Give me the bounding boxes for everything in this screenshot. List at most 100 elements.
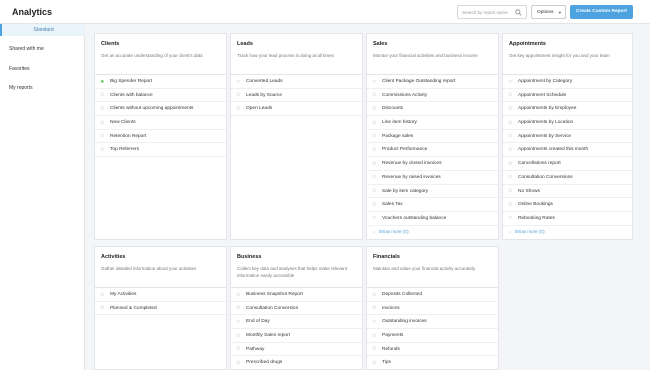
create-custom-report-button[interactable]: Create Custom Report (570, 5, 633, 19)
star-outline-icon[interactable]: ☆ (372, 360, 376, 366)
report-item-retention-report[interactable]: ☆ Retention Report (95, 130, 226, 144)
star-outline-icon[interactable]: ☆ (100, 120, 104, 126)
star-outline-icon[interactable]: ☆ (236, 305, 240, 311)
star-outline-icon[interactable]: ☆ (100, 133, 104, 139)
report-item-clients-without-upcoming-appointments[interactable]: ☆ Clients without upcoming appointments (95, 102, 226, 117)
star-filled-icon[interactable]: ★ (100, 79, 104, 85)
report-item-refunds[interactable]: ☆ Refunds (367, 343, 498, 357)
report-item-sale-by-item-category[interactable]: ☆ Sale by item category (367, 185, 498, 199)
report-item-payments[interactable]: ☆ Payments (367, 329, 498, 343)
star-outline-icon[interactable]: ☆ (372, 202, 376, 208)
report-item-appointments-by-location[interactable]: ☆ Appointments by Location (503, 116, 632, 130)
star-outline-icon[interactable]: ☆ (508, 174, 512, 180)
star-outline-icon[interactable]: ☆ (508, 202, 512, 208)
report-item-clients-with-balance[interactable]: ☆ Clients with balance (95, 89, 226, 103)
report-item-outstanding-invoices[interactable]: ☆ Outstanding invoices (367, 315, 498, 330)
report-item-leads-by-source[interactable]: ☆ Leads by Source (231, 89, 362, 103)
star-outline-icon[interactable]: ☆ (236, 106, 240, 112)
star-outline-icon[interactable]: ☆ (508, 120, 512, 126)
star-outline-icon[interactable]: ☆ (508, 161, 512, 167)
report-item-my-activities[interactable]: ☆ My Activities (95, 288, 226, 302)
report-item-appointment-by-category[interactable]: ☆ Appointment by Category (503, 75, 632, 89)
sidebar-item-shared-with-me[interactable]: Shared with me (0, 43, 85, 55)
star-outline-icon[interactable]: ☆ (236, 360, 240, 366)
report-item-appointments-by-employee[interactable]: ☆ Appointments by Employee (503, 102, 632, 117)
star-outline-icon[interactable]: ☆ (508, 133, 512, 139)
star-outline-icon[interactable]: ☆ (236, 333, 240, 339)
report-item-top-referrers[interactable]: ☆ Top Referrers (95, 143, 226, 158)
report-item-no-shows[interactable]: ☆ No Shows (503, 185, 632, 199)
star-outline-icon[interactable]: ☆ (372, 333, 376, 339)
report-item-label: Leads by Source (246, 92, 283, 98)
star-outline-icon[interactable]: ☆ (236, 79, 240, 85)
report-item-pathway[interactable]: ☆ Pathway (231, 343, 362, 357)
search-input[interactable]: Search by report name (457, 5, 527, 19)
star-outline-icon[interactable]: ☆ (100, 147, 104, 153)
star-outline-icon[interactable]: ☆ (372, 106, 376, 112)
show-more-link[interactable]: ⌵ Show more (0) (508, 229, 545, 234)
sidebar-item-my-reports[interactable]: My reports (0, 82, 85, 94)
star-outline-icon[interactable]: ☆ (372, 305, 376, 311)
star-outline-icon[interactable]: ☆ (372, 188, 376, 194)
report-item-discounts[interactable]: ☆ Discounts (367, 102, 498, 117)
star-outline-icon[interactable]: ☆ (372, 174, 376, 180)
star-outline-icon[interactable]: ☆ (372, 215, 376, 221)
star-outline-icon[interactable]: ☆ (100, 92, 104, 98)
report-item-line-item-history[interactable]: ☆ Line item history (367, 116, 498, 130)
star-outline-icon[interactable]: ☆ (236, 319, 240, 325)
report-item-appointment-schedule[interactable]: ☆ Appointment Schedule (503, 89, 632, 103)
report-item-deposits-collected[interactable]: ☆ Deposits Collected (367, 288, 498, 302)
report-item-revenue-by-raised-invoices[interactable]: ☆ Revenue by raised invoices (367, 171, 498, 185)
star-outline-icon[interactable]: ☆ (100, 106, 104, 112)
star-outline-icon[interactable]: ☆ (236, 292, 240, 298)
sidebar-item-favorites[interactable]: Favorites (0, 63, 85, 75)
star-outline-icon[interactable]: ☆ (100, 305, 104, 311)
report-item-online-bookings[interactable]: ☆ Online Bookings (503, 198, 632, 212)
report-item-tips[interactable]: ☆ Tips (367, 356, 498, 369)
report-item-big-spender-report[interactable]: ★ Big Spender Report (95, 75, 226, 89)
report-item-client-package-outstanding-report[interactable]: ☆ Client Package Outstanding report (367, 75, 498, 89)
report-item-consultation-conversions[interactable]: ☆ Consultation Conversions (503, 171, 632, 185)
star-outline-icon[interactable]: ☆ (236, 92, 240, 98)
star-outline-icon[interactable]: ☆ (508, 106, 512, 112)
report-item-converted-leads[interactable]: ☆ Converted Leads (231, 75, 362, 89)
report-item-new-clients[interactable]: ☆ New Clients (95, 116, 226, 130)
report-item-monthly-sales-report[interactable]: ☆ Monthly Sales report (231, 329, 362, 343)
report-item-package-sales[interactable]: ☆ Package sales (367, 130, 498, 144)
report-item-revenue-by-closed-invoices[interactable]: ☆ Revenue by closed invoices (367, 157, 498, 171)
star-outline-icon[interactable]: ☆ (372, 161, 376, 167)
show-more-link[interactable]: ⌵ Show more (0) (372, 229, 409, 234)
star-outline-icon[interactable]: ☆ (372, 292, 376, 298)
report-item-consultation-conversion[interactable]: ☆ Consultation Conversion (231, 302, 362, 316)
star-outline-icon[interactable]: ☆ (508, 188, 512, 194)
star-outline-icon[interactable]: ☆ (372, 319, 376, 325)
report-item-cancellations-report[interactable]: ☆ Cancellations report (503, 157, 632, 171)
star-outline-icon[interactable]: ☆ (508, 92, 512, 98)
report-item-appointments-by-service[interactable]: ☆ Appointments by Service (503, 130, 632, 144)
report-item-invoices[interactable]: ☆ Invoices (367, 302, 498, 316)
star-outline-icon[interactable]: ☆ (100, 292, 104, 298)
report-item-appointments-created-this-month[interactable]: ☆ Appointments created this month (503, 143, 632, 158)
report-item-end-of-day[interactable]: ☆ End of Day (231, 315, 362, 330)
star-outline-icon[interactable]: ☆ (508, 147, 512, 153)
star-outline-icon[interactable]: ☆ (372, 92, 376, 98)
report-item-commissions-activity[interactable]: ☆ Commissions Activity (367, 89, 498, 103)
report-item-product-performance[interactable]: ☆ Product Performance (367, 143, 498, 158)
report-item-rebooking-rates[interactable]: ☆ Rebooking Rates (503, 212, 632, 226)
star-outline-icon[interactable]: ☆ (236, 346, 240, 352)
star-outline-icon[interactable]: ☆ (372, 346, 376, 352)
report-item-planned-completed[interactable]: ☆ Planned & Completed (95, 302, 226, 316)
options-button[interactable]: Options ▾ (531, 5, 566, 19)
report-item-business-snapshot-report[interactable]: ☆ Business Snapshot Report (231, 288, 362, 302)
star-outline-icon[interactable]: ☆ (372, 120, 376, 126)
star-outline-icon[interactable]: ☆ (508, 79, 512, 85)
sidebar-item-standard[interactable]: Standard (0, 24, 85, 36)
report-item-open-leads[interactable]: ☆ Open Leads (231, 102, 362, 117)
star-outline-icon[interactable]: ☆ (372, 133, 376, 139)
report-item-prescribed-drugs[interactable]: ☆ Prescribed drugs (231, 356, 362, 369)
report-item-sales-tax[interactable]: ☆ Sales Tax (367, 198, 498, 212)
star-outline-icon[interactable]: ☆ (372, 147, 376, 153)
star-outline-icon[interactable]: ☆ (508, 215, 512, 221)
star-outline-icon[interactable]: ☆ (372, 79, 376, 85)
report-item-vouchers-outstanding-balance[interactable]: ☆ Vouchers outstanding balance (367, 212, 498, 226)
